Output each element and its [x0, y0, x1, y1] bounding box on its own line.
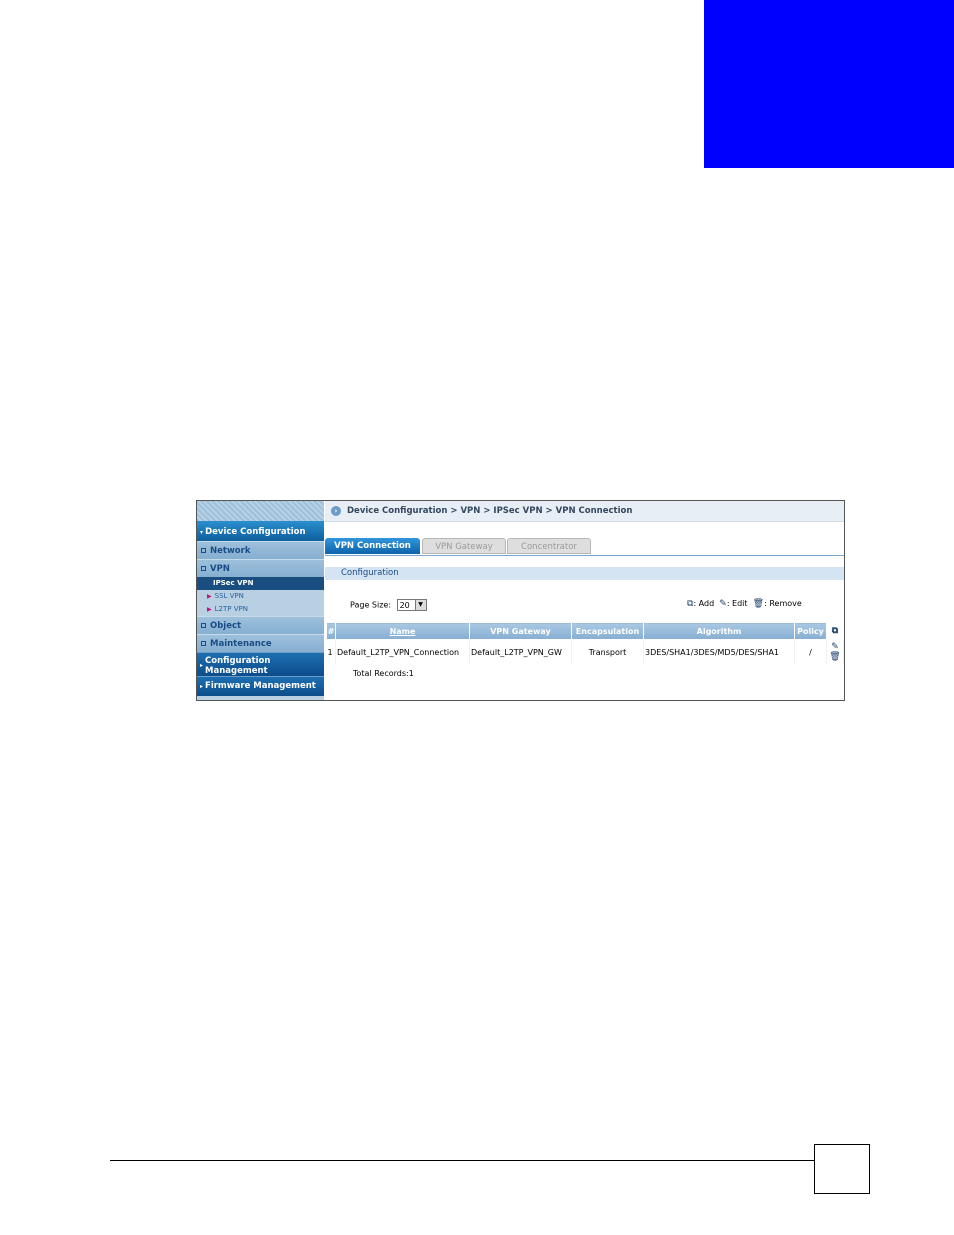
- arrow-right-icon: ▸: [200, 661, 204, 669]
- action-legend: ⧉: Add ✎: Edit 🗑: Remove: [687, 599, 802, 609]
- tab-vpn-connection[interactable]: VPN Connection: [325, 538, 420, 554]
- page-size-select[interactable]: 20 ▼: [396, 599, 427, 611]
- chapter-tab: [704, 0, 954, 168]
- bullet-icon: [201, 641, 206, 646]
- row-actions: ✎ 🗑: [826, 639, 844, 664]
- sidebar-header-label: Device Configuration: [205, 527, 306, 537]
- sidebar-item-label: VPN: [210, 564, 230, 574]
- cell-name: Default_L2TP_VPN_Connection: [335, 639, 470, 664]
- tab-bar: VPN Connection VPN Gateway Concentrator: [325, 537, 844, 556]
- sidebar-item-label: Maintenance: [210, 639, 272, 649]
- sidebar-subitem-ssl-vpn[interactable]: ▶ SSL VPN: [197, 590, 324, 603]
- sidebar-item-label: Network: [210, 546, 251, 556]
- legend-add-label: : Add: [693, 599, 715, 608]
- sidebar-subitem-l2tp-vpn[interactable]: ▶ L2TP VPN: [197, 603, 324, 616]
- sidebar: ▾ Device Configuration Network VPN IPSec…: [197, 501, 324, 700]
- column-header-index[interactable]: #: [326, 622, 336, 640]
- column-header-algorithm[interactable]: Algorithm: [643, 622, 795, 640]
- cell-vpn-gateway: Default_L2TP_VPN_GW: [469, 639, 572, 664]
- cell-algorithm: 3DES/SHA1/3DES/MD5/DES/SHA1: [643, 639, 795, 664]
- column-header-vpn-gateway[interactable]: VPN Gateway: [469, 622, 572, 640]
- sidebar-item-maintenance[interactable]: Maintenance: [197, 634, 324, 652]
- edit-icon: ✎: [719, 599, 727, 609]
- screenshot-frame: ▾ Device Configuration Network VPN IPSec…: [196, 500, 845, 701]
- sidebar-subitem-ipsec-vpn[interactable]: IPSec VPN: [197, 577, 324, 590]
- sidebar-subitem-label: SSL VPN: [214, 592, 244, 600]
- bullet-icon: [201, 548, 206, 553]
- total-records: Total Records:1: [353, 669, 414, 678]
- sidebar-item-label: Configuration Management: [205, 655, 271, 676]
- sidebar-item-label: Object: [210, 621, 242, 631]
- chevron-down-icon: ▼: [414, 600, 426, 610]
- arrow-right-icon: ▶: [207, 606, 212, 613]
- cell-index: 1: [326, 639, 336, 664]
- cell-policy: /: [794, 639, 827, 664]
- table-header-row: # Name VPN Gateway Encapsulation Algorit…: [326, 622, 844, 640]
- column-header-name-label: Name: [389, 626, 416, 636]
- sidebar-item-configuration-management[interactable]: ▸ Configuration Management: [197, 652, 324, 676]
- sidebar-subitem-label: L2TP VPN: [214, 605, 248, 613]
- sidebar-header[interactable]: ▾ Device Configuration: [197, 521, 324, 541]
- column-header-policy[interactable]: Policy: [794, 622, 827, 640]
- edit-icon[interactable]: ✎: [831, 642, 839, 652]
- sidebar-item-label: Firmware Management: [205, 681, 316, 691]
- breadcrumb-text: Device Configuration > VPN > IPSec VPN >…: [347, 506, 633, 516]
- tab-concentrator[interactable]: Concentrator: [507, 538, 591, 554]
- sidebar-item-network[interactable]: Network: [197, 541, 324, 559]
- add-icon: ⧉: [831, 626, 839, 636]
- add-button[interactable]: ⧉: [826, 622, 844, 640]
- legend-edit-label: : Edit: [726, 599, 748, 608]
- section-title: Configuration: [325, 567, 844, 580]
- page-size-label: Page Size:: [350, 600, 392, 610]
- sidebar-item-vpn[interactable]: VPN: [197, 559, 324, 577]
- column-header-name[interactable]: Name: [335, 622, 470, 640]
- sidebar-top-pattern: [197, 501, 324, 521]
- page-number-box: [814, 1144, 870, 1194]
- page-size-control: Page Size: 20 ▼: [350, 599, 427, 611]
- trash-icon[interactable]: 🗑: [829, 652, 840, 662]
- trash-icon: 🗑: [752, 599, 765, 609]
- navigation-icon: ›: [331, 505, 341, 516]
- arrow-right-icon: ▶: [207, 593, 212, 600]
- bullet-icon: [201, 566, 206, 571]
- bullet-icon: [201, 623, 206, 628]
- page-size-value: 20: [399, 601, 410, 610]
- footer-rule: [110, 1160, 815, 1161]
- sidebar-item-firmware-management[interactable]: ▸ Firmware Management: [197, 676, 324, 696]
- breadcrumb: › Device Configuration > VPN > IPSec VPN …: [325, 501, 844, 522]
- main-panel: › Device Configuration > VPN > IPSec VPN …: [325, 501, 844, 700]
- table-row[interactable]: 1 Default_L2TP_VPN_Connection Default_L2…: [326, 639, 844, 664]
- tab-vpn-gateway[interactable]: VPN Gateway: [422, 538, 506, 554]
- vpn-connection-table: # Name VPN Gateway Encapsulation Algorit…: [326, 622, 844, 664]
- column-header-encapsulation[interactable]: Encapsulation: [571, 622, 644, 640]
- arrow-right-icon: ▸: [200, 683, 204, 690]
- sidebar-item-object[interactable]: Object: [197, 616, 324, 634]
- cell-encapsulation: Transport: [571, 639, 644, 664]
- legend-remove-label: : Remove: [764, 599, 802, 608]
